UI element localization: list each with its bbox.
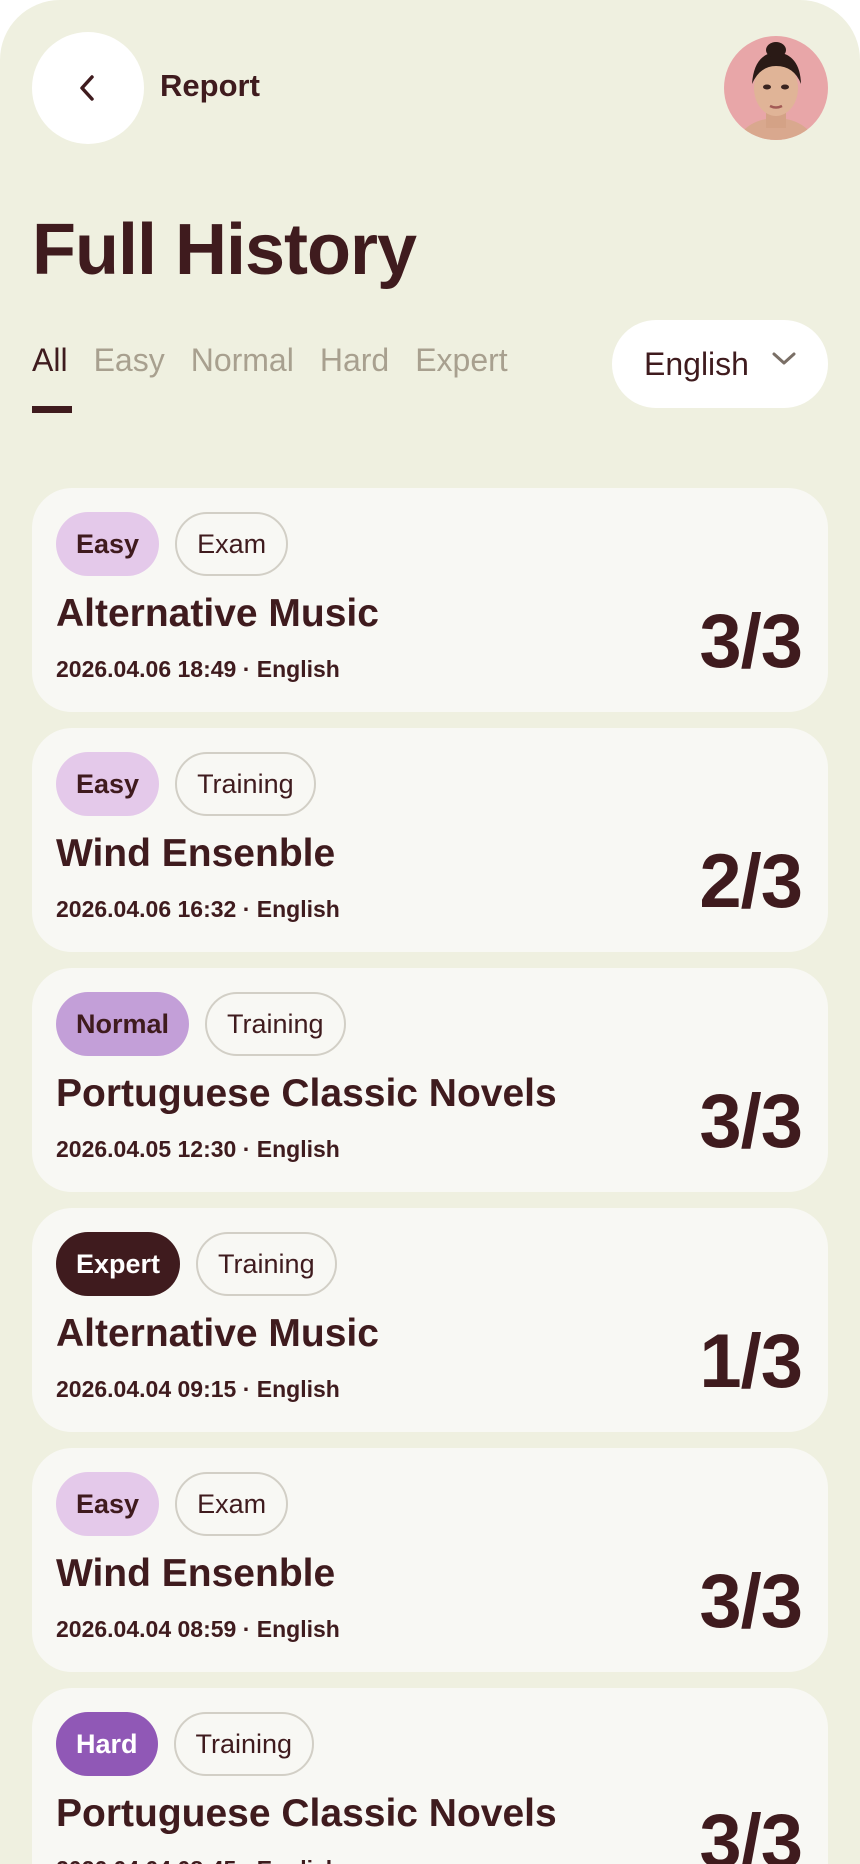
tab-expert[interactable]: Expert — [415, 342, 507, 379]
card-date: 2026.04.06 18:49 — [56, 656, 237, 682]
difficulty-badge: Easy — [56, 512, 160, 576]
card-language: English — [256, 656, 340, 682]
tab-all[interactable]: All — [32, 342, 72, 413]
card-date: 2026.04.05 12:30 — [56, 1136, 237, 1162]
card-tags: Expert Training — [56, 1232, 337, 1296]
difficulty-badge: Easy — [56, 1472, 160, 1536]
card-date: 2026.04.04 08:45 — [56, 1856, 236, 1864]
card-language: English — [256, 896, 340, 922]
type-badge: Exam — [175, 512, 289, 576]
difficulty-badge: Normal — [56, 992, 190, 1056]
history-card[interactable]: Easy Exam Alternative Music 2026.04.06 1… — [32, 488, 828, 712]
card-score: 3/3 — [699, 1079, 803, 1164]
header-title: Report — [160, 68, 260, 103]
card-score: 3/3 — [699, 1559, 803, 1644]
card-date: 2026.04.04 09:15 — [56, 1376, 237, 1402]
history-card[interactable]: Easy Exam Wind Ensenble 2026.04.04 08:59… — [32, 1448, 828, 1672]
card-title: Wind Ensenble — [56, 832, 336, 875]
card-tags: Easy Exam — [56, 1472, 289, 1536]
page-title: Full History — [32, 210, 417, 290]
card-score: 1/3 — [699, 1319, 803, 1404]
card-date: 2026.04.06 16:32 — [56, 896, 237, 922]
difficulty-badge: Hard — [56, 1712, 158, 1776]
card-meta: 2026.04.06 18:49 · English — [56, 656, 340, 682]
card-meta: 2026.04.04 08:45 · English — [56, 1856, 340, 1864]
history-card[interactable]: Expert Training Alternative Music 2026.0… — [32, 1208, 828, 1432]
card-language: English — [257, 1856, 340, 1864]
history-card[interactable]: Easy Training Wind Ensenble 2026.04.06 1… — [32, 728, 828, 952]
card-score: 3/3 — [699, 1799, 803, 1864]
avatar[interactable] — [724, 36, 828, 140]
user-avatar-image — [724, 36, 828, 140]
type-badge: Training — [196, 1232, 337, 1296]
card-meta: 2026.04.04 09:15 · English — [56, 1376, 340, 1402]
type-badge: Training — [175, 752, 316, 816]
card-title: Alternative Music — [56, 1312, 379, 1355]
chevron-down-icon — [772, 352, 796, 365]
language-select-value: English — [644, 345, 749, 382]
difficulty-badge: Easy — [56, 752, 160, 816]
type-badge: Exam — [175, 1472, 289, 1536]
card-score: 2/3 — [699, 839, 803, 924]
chevron-left-icon — [80, 75, 94, 101]
tab-normal[interactable]: Normal — [191, 342, 294, 379]
card-tags: Hard Training — [56, 1712, 315, 1776]
card-title: Portuguese Classic Novels — [56, 1072, 557, 1115]
card-language: English — [256, 1136, 340, 1162]
card-language: English — [256, 1376, 340, 1402]
card-meta: 2026.04.04 08:59 · English — [56, 1616, 340, 1642]
type-badge: Training — [205, 992, 346, 1056]
card-title: Portuguese Classic Novels — [56, 1792, 557, 1835]
card-score: 3/3 — [699, 599, 803, 684]
card-tags: Normal Training — [56, 992, 346, 1056]
tab-hard[interactable]: Hard — [320, 342, 389, 379]
language-select[interactable]: English — [612, 320, 828, 408]
card-tags: Easy Exam — [56, 512, 289, 576]
back-button[interactable] — [32, 32, 144, 144]
screen: Report Full History All Easy Normal Hard… — [0, 0, 860, 1864]
history-card[interactable]: Normal Training Portuguese Classic Novel… — [32, 968, 828, 1192]
tab-easy[interactable]: Easy — [94, 342, 165, 379]
card-tags: Easy Training — [56, 752, 316, 816]
history-list: Easy Exam Alternative Music 2026.04.06 1… — [32, 488, 828, 1864]
card-meta: 2026.04.05 12:30 · English — [56, 1136, 340, 1162]
history-card[interactable]: Hard Training Portuguese Classic Novels … — [32, 1688, 828, 1864]
difficulty-tabs: All Easy Normal Hard Expert — [32, 342, 508, 413]
type-badge: Training — [173, 1712, 315, 1776]
card-title: Wind Ensenble — [56, 1552, 336, 1595]
card-meta: 2026.04.06 16:32 · English — [56, 896, 340, 922]
card-date: 2026.04.04 08:59 — [56, 1616, 237, 1642]
card-language: English — [256, 1616, 340, 1642]
difficulty-badge: Expert — [56, 1232, 181, 1296]
card-title: Alternative Music — [56, 592, 379, 635]
